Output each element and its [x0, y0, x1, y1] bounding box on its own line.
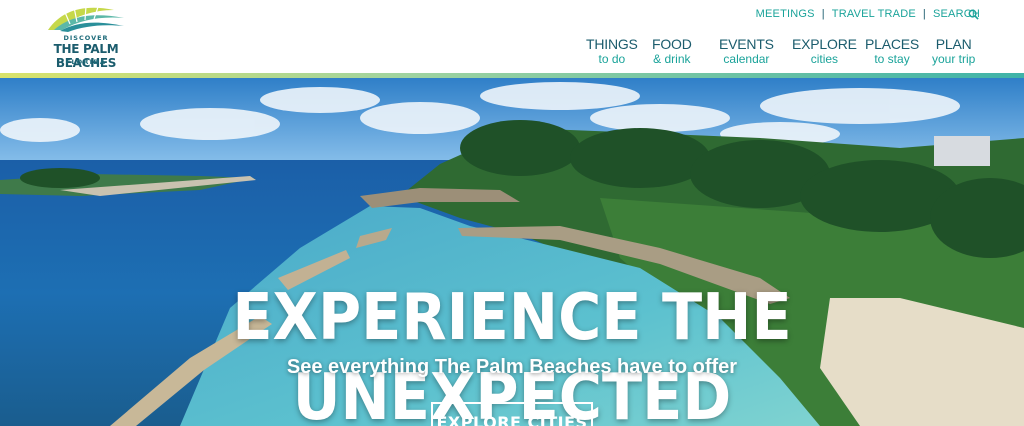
nav-explore-cities[interactable]: EXPLORE cities	[792, 36, 857, 66]
utility-separator: |	[922, 8, 926, 20]
site-header: DISCOVER THE PALM BEACHES FLORIDA MEETIN…	[0, 0, 1024, 73]
search-icon[interactable]	[968, 9, 979, 20]
nav-events-calendar[interactable]: EVENTS calendar	[719, 36, 774, 66]
nav-item-subtitle: & drink	[653, 52, 691, 66]
nav-item-title: EVENTS	[719, 36, 774, 52]
hero-subheadline: See everything The Palm Beaches have to …	[286, 356, 738, 378]
nav-plan-your-trip[interactable]: PLAN your trip	[932, 36, 975, 66]
travel-trade-link[interactable]: TRAVEL TRADE	[832, 8, 916, 20]
logo-florida-text: FLORIDA	[65, 58, 107, 66]
meetings-link[interactable]: MEETINGS	[756, 8, 815, 20]
hero-banner: EXPERIENCE THE UNEXPECTED See everything…	[0, 78, 1024, 426]
nav-item-title: PLACES	[865, 36, 920, 52]
nav-item-title: FOOD	[652, 36, 692, 52]
palm-beaches-logo[interactable]: DISCOVER THE PALM BEACHES FLORIDA	[30, 4, 142, 70]
explore-cities-button[interactable]: EXPLORE CITIES	[431, 402, 593, 426]
nav-places-to-stay[interactable]: PLACES to stay	[865, 36, 919, 66]
nav-item-subtitle: to stay	[874, 52, 910, 66]
nav-item-title: PLAN	[935, 36, 972, 52]
nav-item-subtitle: your trip	[932, 52, 976, 66]
nav-things-to-do[interactable]: THINGS to do	[586, 36, 638, 66]
nav-item-subtitle: calendar	[723, 52, 770, 66]
palm-frond-icon	[48, 5, 124, 32]
nav-food-drink[interactable]: FOOD & drink	[652, 36, 692, 66]
nav-item-title: EXPLORE	[792, 36, 857, 52]
utility-nav: MEETINGS | TRAVEL TRADE | SEARCH	[756, 8, 980, 20]
utility-separator: |	[821, 8, 825, 20]
nav-item-title: THINGS	[586, 36, 638, 52]
nav-item-subtitle: to do	[598, 52, 626, 66]
nav-item-subtitle: cities	[810, 52, 839, 66]
logo-discover-text: DISCOVER	[63, 34, 109, 42]
